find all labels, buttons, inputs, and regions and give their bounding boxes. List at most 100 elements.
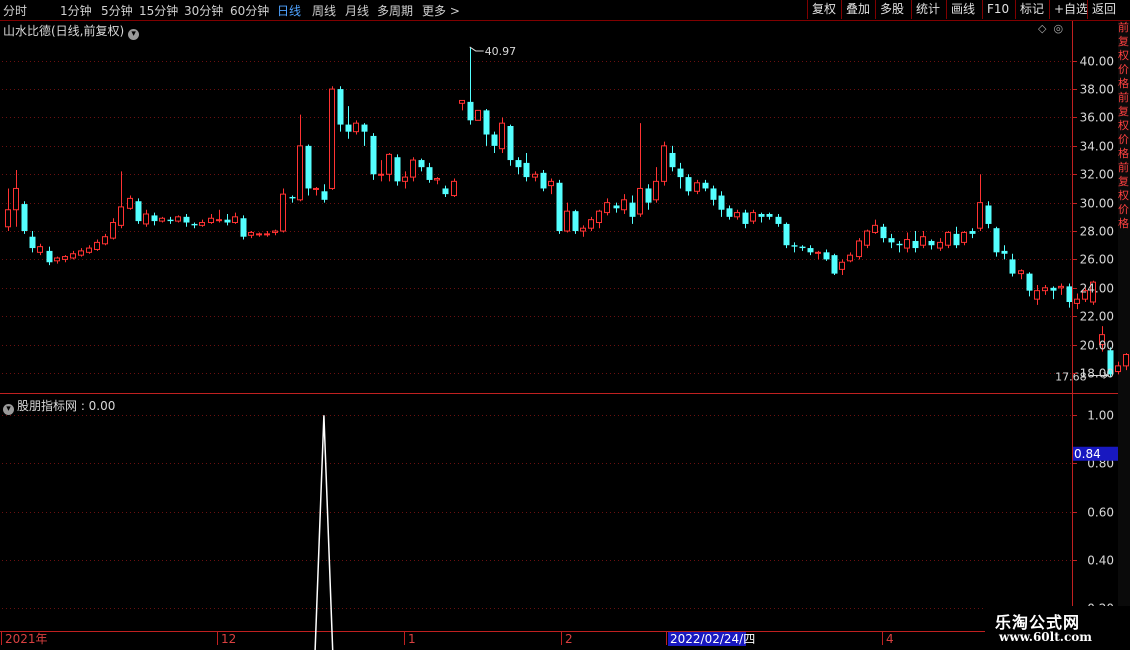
candle-body-down: [483, 110, 490, 135]
multi-stock-button[interactable]: 多股: [875, 0, 908, 19]
right-side-strip: 前复权价格前复权价格前复权价格: [1118, 21, 1130, 631]
tab-daily[interactable]: 日线: [277, 2, 301, 19]
candle-body-up: [661, 145, 667, 182]
fuquan-button[interactable]: 复权: [807, 0, 840, 19]
candle-body-down: [896, 243, 903, 246]
candle-body-up: [499, 122, 505, 150]
candle-body-down: [572, 211, 579, 232]
candle-body-down: [1026, 273, 1033, 291]
candle-body-up: [1058, 285, 1064, 289]
price-tick-label: 18.00: [1080, 367, 1114, 381]
price-tick-label: 36.00: [1080, 111, 1114, 125]
chevron-down-icon[interactable]: ▾: [128, 29, 140, 40]
candle-body-down: [710, 188, 717, 200]
candle-body-down: [1009, 259, 1016, 274]
candle-body-down: [46, 250, 53, 263]
tab-1min[interactable]: 1分钟: [60, 2, 92, 19]
min-price-label: 17.68: [1055, 371, 1087, 384]
statistics-button[interactable]: 统计: [911, 0, 944, 19]
indicator-line: [314, 415, 334, 650]
candle-body-up: [847, 254, 853, 262]
candle-body-up: [110, 222, 116, 239]
candle-body-down: [321, 191, 328, 200]
candle-body-up: [159, 217, 165, 222]
candle-body-down: [224, 219, 231, 223]
candle-body-up: [248, 231, 254, 236]
chart-title[interactable]: 山水比德(日线,前复权) ▾: [3, 22, 140, 40]
mark-button[interactable]: 标记: [1015, 0, 1048, 19]
tab-more[interactable]: 更多 >: [422, 2, 460, 19]
draw-line-button[interactable]: 画线: [946, 0, 979, 19]
add-watchlist-button[interactable]: +自选: [1049, 0, 1092, 19]
candle-body-up: [872, 224, 878, 233]
candles: 40.97 17.68: [5, 45, 1129, 384]
candle-body-down: [783, 223, 790, 246]
price-tick-label: 26.00: [1080, 253, 1114, 267]
tab-intraday[interactable]: 分时: [3, 2, 27, 19]
candle-body-up: [856, 240, 862, 258]
tab-monthly[interactable]: 月线: [345, 2, 369, 19]
candle-body-up: [451, 180, 457, 197]
candle-body-up: [694, 182, 700, 192]
chevron-down-icon[interactable]: ▾: [3, 404, 14, 415]
candle-body-down: [540, 172, 547, 189]
candle-body-down: [742, 212, 749, 224]
tab-30min[interactable]: 30分钟: [184, 2, 223, 19]
candle-body-up: [1034, 290, 1040, 300]
price-tick-label: 24.00: [1080, 282, 1114, 296]
x-axis: 2021年 12 1 2 2022/02/24/四 4: [1, 632, 894, 646]
max-price-label: 40.97: [485, 45, 517, 58]
candle-body-down: [21, 204, 28, 232]
price-tick-label: 30.00: [1080, 197, 1114, 211]
x-cursor-date-box: [668, 632, 746, 646]
tab-multi-period[interactable]: 多周期: [377, 2, 413, 19]
candle-body-down: [507, 126, 514, 161]
chevron-right-icon: >: [449, 4, 460, 18]
candle-body-down: [928, 240, 935, 246]
candle-body-up: [353, 122, 359, 133]
candle-body-up: [1018, 270, 1024, 275]
candle-body-up: [750, 212, 756, 222]
period-toolbar: 分时 1分钟 5分钟 15分钟 30分钟 60分钟 日线 周线 月线 多周期 更…: [0, 0, 1130, 21]
tab-5min[interactable]: 5分钟: [101, 2, 133, 19]
candle-body-down: [1050, 287, 1057, 291]
candle-body-up: [13, 187, 19, 211]
candle-body-down: [677, 168, 684, 178]
back-button[interactable]: 返回: [1087, 0, 1120, 19]
indicator-current-label: 0.84: [1074, 447, 1101, 461]
candle-body-down: [361, 124, 368, 132]
candle-body-down: [151, 215, 158, 222]
chart-corner-controls: ◇ ◎: [1038, 22, 1063, 35]
tab-weekly[interactable]: 周线: [312, 2, 336, 19]
candle-body-down: [645, 188, 652, 203]
candle-body-up: [604, 202, 610, 214]
candle-body-up: [1074, 298, 1080, 304]
x-tick-label: 2022/02/24/四: [670, 632, 755, 646]
candle-body-up: [280, 193, 286, 232]
candle-body-up: [329, 88, 335, 189]
overlay-button[interactable]: 叠加: [841, 0, 874, 19]
candle-body-up: [580, 227, 586, 232]
candle-body-down: [1107, 350, 1114, 375]
candle-body-up: [94, 241, 100, 250]
f10-button[interactable]: F10: [982, 0, 1013, 19]
candle-body-up: [386, 153, 392, 175]
candle-body-up: [256, 233, 262, 236]
candle-body-up: [62, 256, 68, 260]
tab-15min[interactable]: 15分钟: [139, 2, 178, 19]
tab-more-label: 更多: [422, 4, 447, 18]
candle-body-down: [167, 219, 174, 222]
candle-body-up: [839, 261, 845, 270]
candle-body-down: [1001, 250, 1008, 254]
settings-circle-icon[interactable]: ◎: [1053, 22, 1063, 35]
candle-body-down: [418, 160, 425, 168]
diamond-icon[interactable]: ◇: [1038, 22, 1046, 35]
price-tick-label: 40.00: [1080, 55, 1114, 69]
max-marker: [469, 46, 484, 52]
indicator-title[interactable]: ▾ 股朋指标网 : 0.00: [3, 397, 115, 415]
candle-body-up: [118, 206, 124, 226]
candle-body-down: [766, 214, 773, 217]
candle-body-down: [726, 208, 733, 217]
candle-body-down: [702, 182, 709, 189]
tab-60min[interactable]: 60分钟: [230, 2, 269, 19]
